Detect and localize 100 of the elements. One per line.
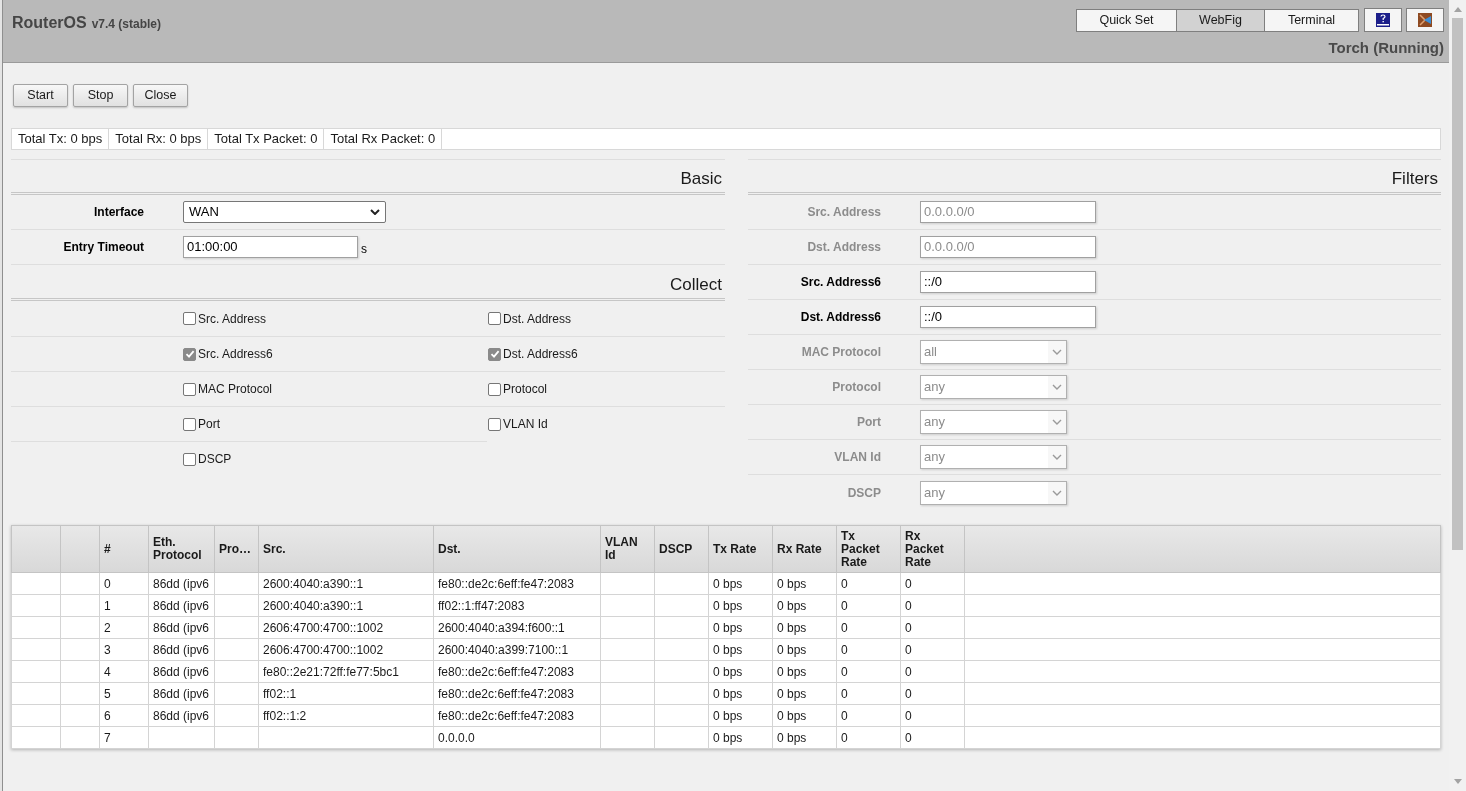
checkbox[interactable] [183, 452, 196, 466]
field-label: Entry Timeout [62, 239, 144, 256]
arrow-icon-button[interactable] [1406, 8, 1444, 32]
table-cell: fe80::de2c:6eff:fe47:2083 [433, 572, 601, 595]
table-cell: 5 [99, 682, 149, 705]
checkbox[interactable] [488, 417, 501, 431]
table-cell: ff02::1 [258, 682, 434, 705]
column-header[interactable]: Rx Rate [772, 525, 837, 573]
checkbox-label: Src. Address6 [198, 346, 273, 363]
chevron-down-icon [1052, 489, 1062, 496]
table-cell: 0 [900, 726, 965, 749]
table-cell: 2606:4700:4700::1002 [258, 616, 434, 639]
field-label: VLAN Id [833, 449, 881, 466]
nav-tab[interactable]: Quick Set [1076, 8, 1177, 32]
column-header[interactable]: Src. [258, 525, 434, 573]
monitor-icon-button[interactable] [1364, 8, 1402, 32]
checkbox-label: Port [198, 416, 220, 433]
column-header[interactable]: Eth. Protocol [148, 525, 215, 573]
column-header[interactable]: # [99, 525, 149, 573]
column-header[interactable]: Rx Packet Rate [900, 525, 965, 573]
field-label: Dst. Address [806, 239, 881, 256]
table-cell: 0 bps [772, 682, 837, 705]
column-header[interactable]: Pro… [214, 525, 259, 573]
table-cell: 6 [99, 704, 149, 727]
column-header[interactable]: Dst. [433, 525, 601, 573]
chevron-down-icon [1052, 384, 1062, 390]
toolbar-button[interactable]: Stop [73, 84, 128, 107]
field-label: MAC Protocol [800, 344, 881, 361]
table-cell: 0 [900, 572, 965, 595]
table-cell: ff02::1:ff47:2083 [433, 594, 601, 617]
table-cell: 0 [900, 616, 965, 639]
table-cell: 0 bps [708, 616, 773, 639]
column-header[interactable]: Tx Packet Rate [836, 525, 901, 573]
page-title: Torch (Running) [1328, 37, 1444, 58]
checkbox[interactable] [183, 347, 196, 361]
checkbox-label: MAC Protocol [198, 381, 273, 398]
checkbox-label: VLAN Id [503, 416, 548, 433]
table-cell: 7 [99, 726, 149, 749]
column-header[interactable]: VLAN Id [600, 525, 655, 573]
toolbar-button[interactable]: Close [133, 84, 188, 107]
checkbox[interactable] [183, 312, 196, 325]
table-cell: 2 [99, 616, 149, 639]
unit-label: s [361, 241, 367, 258]
table-cell: 2600:4040:a399:7100::1 [433, 638, 601, 661]
toolbar-button[interactable]: Start [13, 84, 68, 107]
table-cell: 0 bps [772, 616, 837, 639]
chevron-down-icon [370, 209, 380, 215]
checkbox[interactable] [183, 382, 196, 396]
select-field[interactable]: WAN [183, 201, 386, 223]
table-cell: 1 [99, 594, 149, 617]
checkbox[interactable] [488, 382, 501, 396]
section-title: Collect [670, 274, 722, 296]
checkbox[interactable] [488, 312, 501, 325]
table-cell: 2606:4700:4700::1002 [258, 638, 434, 661]
checkbox[interactable] [488, 347, 501, 361]
field-label: DSCP [846, 484, 881, 502]
field-label: Src. Address6 [799, 274, 881, 291]
scrollbar-thumb[interactable] [1452, 18, 1463, 550]
status-item: Total Rx: 0 bps [109, 129, 209, 149]
nav-tab[interactable]: WebFig [1176, 8, 1265, 32]
table-cell: 2600:4040:a390::1 [258, 594, 434, 617]
table-cell: fe80::de2c:6eff:fe47:2083 [433, 682, 601, 705]
table-cell: fe80::2e21:72ff:fe77:5bc1 [258, 660, 434, 683]
table-cell: 0 [900, 682, 965, 705]
field-label: Protocol [831, 379, 881, 396]
text-field[interactable]: ::/0 [920, 271, 1096, 293]
table-cell: 86dd (ipv6 [148, 616, 215, 639]
nav-tab[interactable]: Terminal [1264, 8, 1359, 32]
column-header[interactable]: Tx Rate [708, 525, 773, 573]
table-cell: 86dd (ipv6 [148, 638, 215, 661]
table-cell: 0 bps [772, 638, 837, 661]
status-item: Total Tx: 0 bps [12, 129, 110, 149]
table-cell: 0 bps [708, 660, 773, 683]
table-cell: ff02::1:2 [258, 704, 434, 727]
chevron-down-icon [1052, 349, 1062, 355]
checkbox[interactable] [183, 417, 196, 431]
table-cell: 0 [900, 660, 965, 683]
field-label: Port [856, 414, 881, 431]
monitor-icon [1376, 13, 1390, 27]
checkbox-label: Src. Address [198, 310, 267, 328]
column-header[interactable]: DSCP [654, 525, 709, 573]
product-name: RouterOS [12, 13, 87, 33]
version-label: v7.4 (stable) [91, 16, 162, 33]
checkbox-label: Dst. Address6 [503, 346, 578, 363]
status-item: Total Rx Packet: 0 [324, 129, 443, 149]
checkbox-label: DSCP [198, 451, 232, 468]
chevron-down-icon [1052, 454, 1062, 460]
table-cell: 4 [99, 660, 149, 683]
table-cell: 86dd (ipv6 [148, 572, 215, 595]
table-cell: 0 bps [772, 704, 837, 727]
section-title: Filters [1391, 168, 1438, 190]
table-cell: 0 bps [708, 572, 773, 595]
table-cell: 0 [836, 616, 901, 639]
text-field[interactable]: ::/0 [920, 306, 1096, 328]
table-cell: 0 bps [708, 726, 773, 749]
table-cell: 0 [836, 726, 901, 749]
table-cell: fe80::de2c:6eff:fe47:2083 [433, 704, 601, 727]
text-field[interactable]: 01:00:00 [183, 236, 358, 258]
table-cell: 3 [99, 638, 149, 661]
status-item: Total Tx Packet: 0 [208, 129, 325, 149]
